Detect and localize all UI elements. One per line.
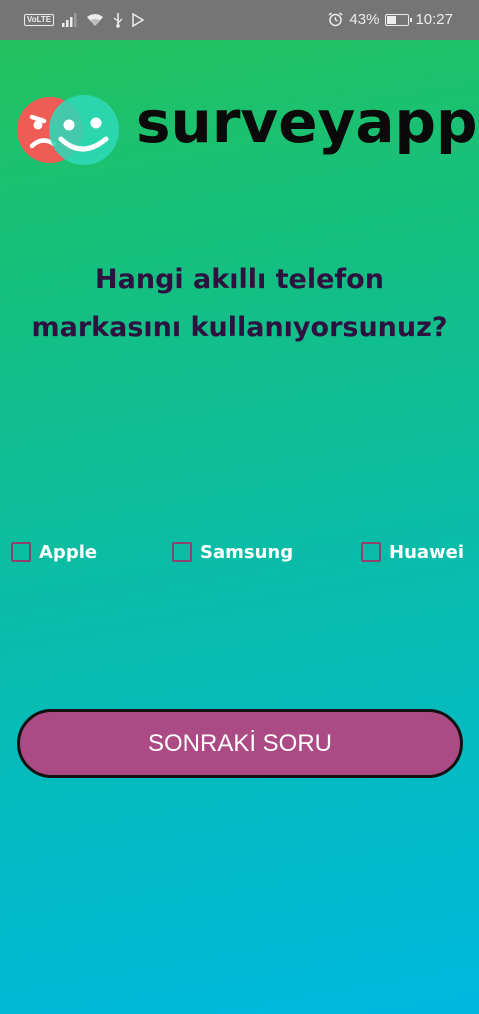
brand-name: surveyapp xyxy=(136,88,478,156)
option-huawei[interactable]: Huawei xyxy=(361,540,464,564)
option-apple-label: Apple xyxy=(39,541,98,563)
question-line-1: Hangi akıllı telefon xyxy=(95,264,384,295)
play-store-icon xyxy=(132,13,145,27)
sad-happy-faces-logo-icon xyxy=(17,95,119,165)
usb-icon xyxy=(113,13,123,28)
alarm-icon xyxy=(328,12,343,27)
option-apple-checkbox[interactable] xyxy=(11,542,31,562)
option-apple[interactable]: Apple xyxy=(11,540,97,564)
volte-icon: VoLTE xyxy=(24,14,55,26)
clock: 10:27 xyxy=(415,11,453,28)
option-samsung-label: Samsung xyxy=(200,541,294,563)
battery-icon xyxy=(385,13,413,26)
option-huawei-label: Huawei xyxy=(389,541,465,563)
app-logo xyxy=(14,92,120,168)
wifi-icon xyxy=(87,14,104,26)
option-samsung[interactable]: Samsung xyxy=(172,540,293,564)
question-line-2: markasını kullanıyorsunuz? xyxy=(31,312,448,343)
next-question-button[interactable]: SONRAKİ SORU xyxy=(17,709,463,778)
signal-icon xyxy=(62,13,77,27)
question-text: Hangi akıllı telefon markasını kullanıyo… xyxy=(20,256,459,352)
status-bar: VoLTE 43% 10:27 xyxy=(0,0,479,40)
battery-percent: 43% xyxy=(349,11,380,28)
battery-level-fill xyxy=(387,15,396,24)
option-huawei-checkbox[interactable] xyxy=(361,542,381,562)
status-bar-left: VoLTE xyxy=(24,12,145,28)
status-bar-right: 43% 10:27 xyxy=(328,11,453,28)
option-samsung-checkbox[interactable] xyxy=(172,542,192,562)
